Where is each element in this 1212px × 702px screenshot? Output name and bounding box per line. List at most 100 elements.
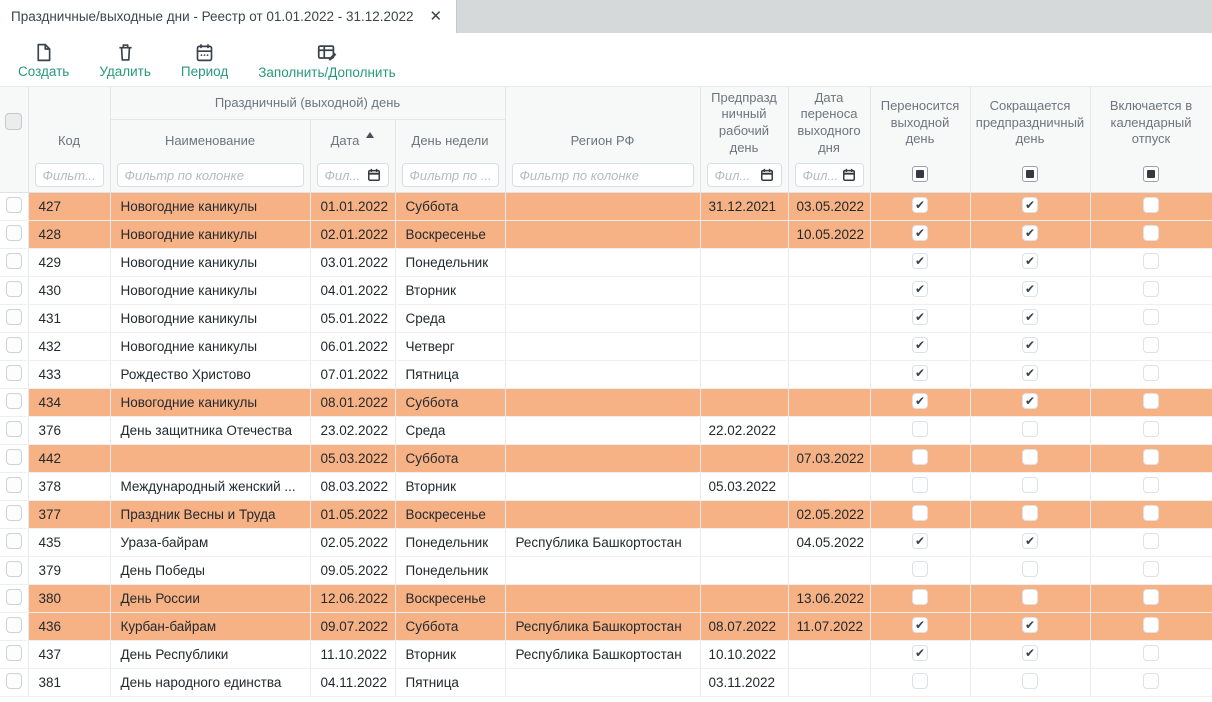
cell-weekday[interactable]: Пятница: [395, 360, 505, 388]
cell-preholiday-workday[interactable]: [700, 304, 788, 332]
transferred-checkbox[interactable]: [912, 393, 928, 409]
transferred-checkbox[interactable]: [912, 561, 928, 577]
cell-date[interactable]: 23.02.2022: [310, 416, 395, 444]
vacation-checkbox[interactable]: [1143, 393, 1159, 409]
cell-date[interactable]: 02.05.2022: [310, 528, 395, 556]
cell-region[interactable]: [505, 304, 700, 332]
region-filter-input[interactable]: Фильтр по колонке: [512, 163, 694, 187]
cell-code[interactable]: 430: [28, 276, 110, 304]
vacation-checkbox[interactable]: [1143, 505, 1159, 521]
cell-code[interactable]: 435: [28, 528, 110, 556]
delete-button[interactable]: Удалить: [99, 42, 151, 79]
shortened-checkbox[interactable]: [1022, 421, 1038, 437]
tab-holidays-registry[interactable]: Праздничные/выходные дни - Реестр от 01.…: [0, 0, 457, 33]
cell-date[interactable]: 11.10.2022: [310, 640, 395, 668]
vacation-checkbox[interactable]: [1143, 533, 1159, 549]
fill-append-button[interactable]: Заполнить/Дополнить: [258, 42, 395, 80]
transferred-checkbox[interactable]: [912, 449, 928, 465]
transferred-checkbox[interactable]: [912, 589, 928, 605]
cell-transfer-date[interactable]: 03.05.2022: [788, 192, 870, 220]
cell-transfer-date[interactable]: [788, 472, 870, 500]
shortened-checkbox[interactable]: [1022, 561, 1038, 577]
shortened-checkbox[interactable]: [1022, 505, 1038, 521]
cell-region[interactable]: [505, 444, 700, 472]
cell-preholiday-workday[interactable]: [700, 248, 788, 276]
cell-date[interactable]: 08.03.2022: [310, 472, 395, 500]
row-select-checkbox[interactable]: [6, 477, 22, 493]
column-header-name[interactable]: Наименование: [110, 119, 310, 159]
shortened-checkbox[interactable]: [1022, 533, 1038, 549]
transferred-checkbox[interactable]: [912, 617, 928, 633]
cell-name[interactable]: Курбан-байрам: [110, 612, 310, 640]
transferred-checkbox[interactable]: [912, 533, 928, 549]
cell-code[interactable]: 442: [28, 444, 110, 472]
cell-region[interactable]: [505, 416, 700, 444]
cell-region[interactable]: [505, 220, 700, 248]
code-filter-input[interactable]: Фильт...: [35, 163, 104, 187]
cell-preholiday-workday[interactable]: [700, 360, 788, 388]
transferred-checkbox[interactable]: [912, 281, 928, 297]
row-select-checkbox[interactable]: [6, 673, 22, 689]
vacation-checkbox[interactable]: [1143, 365, 1159, 381]
cell-code[interactable]: 377: [28, 500, 110, 528]
cell-code[interactable]: 381: [28, 668, 110, 696]
cell-transfer-date[interactable]: [788, 556, 870, 584]
cell-region[interactable]: [505, 248, 700, 276]
cell-date[interactable]: 01.05.2022: [310, 500, 395, 528]
vacation-checkbox[interactable]: [1143, 561, 1159, 577]
cell-code[interactable]: 433: [28, 360, 110, 388]
row-select-checkbox[interactable]: [6, 449, 22, 465]
row-select-checkbox[interactable]: [6, 421, 22, 437]
cell-transfer-date[interactable]: 07.03.2022: [788, 444, 870, 472]
create-button[interactable]: Создать: [18, 42, 69, 79]
transferred-checkbox[interactable]: [912, 505, 928, 521]
cell-name[interactable]: Новогодние каникулы: [110, 192, 310, 220]
cell-preholiday-workday[interactable]: [700, 332, 788, 360]
cell-name[interactable]: Новогодние каникулы: [110, 220, 310, 248]
vacation-checkbox[interactable]: [1143, 645, 1159, 661]
cell-transfer-date[interactable]: [788, 416, 870, 444]
column-header-code[interactable]: Код: [28, 87, 110, 159]
cell-transfer-date[interactable]: 13.06.2022: [788, 584, 870, 612]
transferred-checkbox[interactable]: [912, 309, 928, 325]
column-header-shortened[interactable]: Сокращается предпраздничный день: [970, 87, 1090, 159]
cell-name[interactable]: Новогодние каникулы: [110, 276, 310, 304]
cell-weekday[interactable]: Воскресенье: [395, 500, 505, 528]
cell-weekday[interactable]: Суббота: [395, 192, 505, 220]
shortened-checkbox[interactable]: [1022, 253, 1038, 269]
row-select-checkbox[interactable]: [6, 589, 22, 605]
cell-code[interactable]: 379: [28, 556, 110, 584]
cell-preholiday-workday[interactable]: 03.11.2022: [700, 668, 788, 696]
cell-code[interactable]: 378: [28, 472, 110, 500]
cell-code[interactable]: 428: [28, 220, 110, 248]
cell-date[interactable]: 04.11.2022: [310, 668, 395, 696]
cell-date[interactable]: 09.07.2022: [310, 612, 395, 640]
cell-weekday[interactable]: Понедельник: [395, 528, 505, 556]
cell-weekday[interactable]: Вторник: [395, 472, 505, 500]
shortened-checkbox[interactable]: [1022, 309, 1038, 325]
vacation-checkbox[interactable]: [1143, 309, 1159, 325]
transferred-checkbox[interactable]: [912, 645, 928, 661]
transfer-filter-input[interactable]: Фил...: [795, 163, 864, 187]
cell-code[interactable]: 429: [28, 248, 110, 276]
row-select-checkbox[interactable]: [6, 505, 22, 521]
cell-weekday[interactable]: Воскресенье: [395, 584, 505, 612]
cell-preholiday-workday[interactable]: 08.07.2022: [700, 612, 788, 640]
cell-preholiday-workday[interactable]: 05.03.2022: [700, 472, 788, 500]
name-filter-input[interactable]: Фильтр по колонке: [117, 163, 304, 187]
cell-region[interactable]: Республика Башкортостан: [505, 612, 700, 640]
date-filter-input[interactable]: Фил...: [317, 163, 389, 187]
vacation-checkbox[interactable]: [1143, 197, 1159, 213]
cell-preholiday-workday[interactable]: [700, 584, 788, 612]
cell-code[interactable]: 427: [28, 192, 110, 220]
cell-weekday[interactable]: Пятница: [395, 668, 505, 696]
cell-name[interactable]: Рождество Христово: [110, 360, 310, 388]
column-header-preholiday-workday[interactable]: Предпразд ничный рабочий день: [700, 87, 788, 159]
cell-transfer-date[interactable]: [788, 388, 870, 416]
row-select-checkbox[interactable]: [6, 533, 22, 549]
shortened-checkbox[interactable]: [1022, 645, 1038, 661]
tab-close-icon[interactable]: ✕: [430, 9, 443, 24]
shortened-checkbox[interactable]: [1022, 197, 1038, 213]
cell-name[interactable]: Международный женский ...: [110, 472, 310, 500]
shortened-checkbox[interactable]: [1022, 225, 1038, 241]
